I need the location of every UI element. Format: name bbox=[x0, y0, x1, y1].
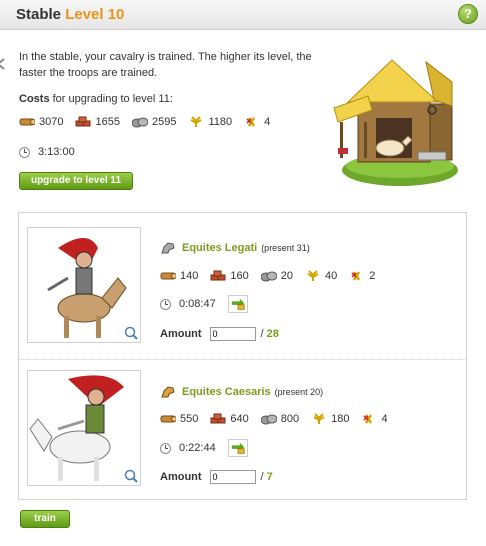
unit-header-equites-caesaris: Equites Caesaris (present 20) bbox=[160, 385, 323, 399]
cost-upkeep: 4 bbox=[244, 116, 270, 128]
cost-clay: 640 bbox=[210, 413, 249, 425]
unit-image-equites-legati[interactable] bbox=[27, 227, 141, 343]
max-prefix: / bbox=[260, 471, 264, 483]
iron-icon bbox=[260, 271, 277, 282]
page-title: Stable Level 10 bbox=[16, 6, 124, 23]
unit-costs-row: 550 640 800 180 4 bbox=[160, 413, 400, 425]
unit-amount-row: Amount / 28 bbox=[160, 327, 279, 341]
max-value: 28 bbox=[266, 328, 279, 340]
npc-trade-icon[interactable] bbox=[227, 295, 248, 313]
wood-icon bbox=[160, 272, 176, 280]
unit-costs-row: 140 160 20 40 2 bbox=[160, 270, 387, 282]
cost-crop: 40 bbox=[305, 270, 337, 282]
zoom-icon[interactable] bbox=[124, 326, 138, 340]
wood-icon bbox=[160, 415, 176, 423]
units-panel: Equites Legati (present 31) 140 160 20 4… bbox=[18, 212, 467, 500]
unit-present-count: (present 31) bbox=[261, 243, 310, 253]
max-trainable[interactable]: / 28 bbox=[261, 328, 279, 340]
clock-icon bbox=[19, 146, 30, 158]
costs-heading: Costs for upgrading to level 11: bbox=[19, 93, 173, 105]
cost-clay: 1655 bbox=[75, 116, 120, 128]
unit-name-equites-legati[interactable]: Equites Legati bbox=[182, 242, 257, 254]
cost-wood: 140 bbox=[160, 270, 198, 282]
cost-crop: 1180 bbox=[188, 116, 232, 128]
amount-label: Amount bbox=[160, 471, 202, 483]
train-button[interactable]: train bbox=[20, 510, 70, 528]
cost-upkeep: 2 bbox=[349, 270, 375, 282]
crop-icon bbox=[190, 116, 202, 127]
upkeep-icon bbox=[351, 271, 361, 281]
building-description: In the stable, your cavalry is trained. … bbox=[19, 51, 312, 79]
unit-amount-row: Amount / 7 bbox=[160, 470, 273, 484]
unit-present-count: (present 20) bbox=[274, 387, 324, 397]
unit-time-row: 0:08:47 bbox=[160, 295, 248, 313]
building-name: Stable bbox=[16, 6, 62, 23]
cost-crop: 180 bbox=[311, 413, 349, 425]
costs-label-rest: for upgrading to level 11: bbox=[49, 93, 173, 105]
amount-input[interactable] bbox=[209, 470, 256, 484]
crop-icon bbox=[313, 413, 325, 424]
unit-train-time: 0:08:47 bbox=[179, 298, 216, 310]
max-value: 7 bbox=[266, 471, 273, 483]
unit-name-equites-caesaris[interactable]: Equites Caesaris bbox=[182, 386, 271, 398]
costs-label-bold: Costs bbox=[19, 93, 50, 105]
clay-icon bbox=[210, 413, 226, 424]
npc-trade-icon[interactable] bbox=[227, 439, 248, 457]
cavalry-unit-icon bbox=[161, 386, 175, 398]
stable-building-illustration bbox=[333, 59, 458, 186]
upkeep-icon bbox=[246, 117, 256, 127]
max-trainable[interactable]: / 7 bbox=[261, 471, 273, 483]
help-icon: ? bbox=[464, 6, 472, 21]
cost-iron: 20 bbox=[260, 270, 293, 282]
max-prefix: / bbox=[260, 328, 264, 340]
window-header: Stable Level 10 ? bbox=[0, 0, 486, 30]
upgrade-time-row: 3:13:00 bbox=[19, 146, 75, 158]
cost-upkeep: 4 bbox=[361, 413, 388, 425]
unit-image-equites-caesaris[interactable] bbox=[27, 370, 141, 486]
cost-clay: 160 bbox=[210, 270, 249, 282]
cost-iron: 800 bbox=[260, 413, 299, 425]
iron-icon bbox=[260, 414, 277, 425]
iron-icon bbox=[131, 117, 148, 128]
help-button[interactable]: ? bbox=[458, 4, 478, 24]
cost-wood: 550 bbox=[160, 413, 198, 425]
upkeep-icon bbox=[363, 414, 373, 424]
amount-input[interactable] bbox=[209, 327, 256, 341]
unit-time-row: 0:22:44 bbox=[160, 439, 248, 457]
clock-icon bbox=[160, 298, 171, 310]
building-level: Level 10 bbox=[65, 6, 125, 23]
clay-icon bbox=[210, 270, 226, 281]
unit-train-time: 0:22:44 bbox=[179, 442, 216, 454]
crop-icon bbox=[307, 270, 319, 281]
wood-icon bbox=[19, 118, 35, 126]
clay-icon bbox=[75, 116, 91, 127]
unit-header-equites-legati: Equites Legati (present 31) bbox=[160, 241, 310, 255]
upgrade-time: 3:13:00 bbox=[38, 146, 75, 158]
left-arrow-icon[interactable] bbox=[0, 58, 6, 70]
unit-divider bbox=[19, 359, 466, 360]
cavalry-unit-icon bbox=[161, 242, 175, 254]
amount-label: Amount bbox=[160, 328, 202, 340]
zoom-icon[interactable] bbox=[124, 469, 138, 483]
cost-iron: 2595 bbox=[131, 116, 176, 128]
clock-icon bbox=[160, 442, 171, 454]
cost-wood: 3070 bbox=[19, 116, 63, 128]
upgrade-button[interactable]: upgrade to level 11 bbox=[19, 172, 133, 190]
upgrade-costs-row: 3070 1655 2595 1180 4 bbox=[19, 116, 282, 128]
